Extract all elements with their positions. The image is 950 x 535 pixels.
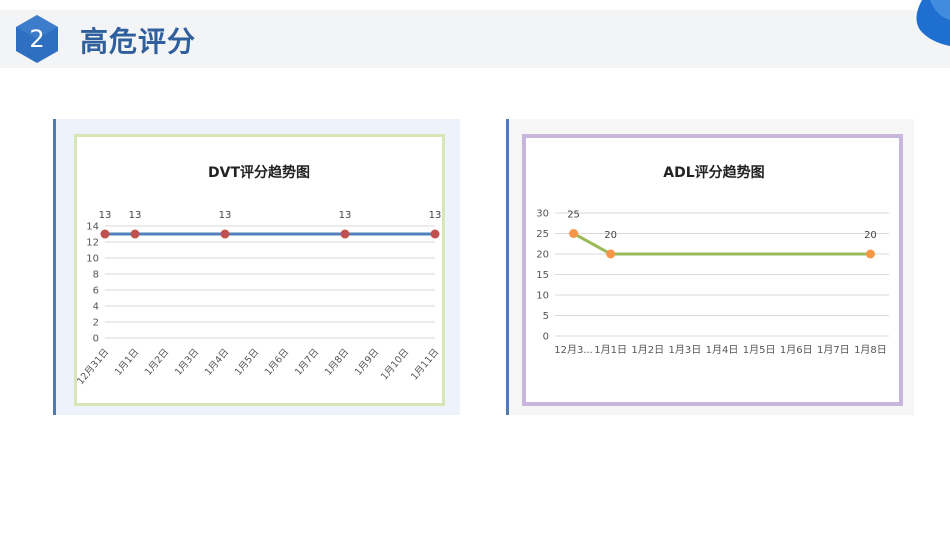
x-tick-label: 1月6日 xyxy=(263,347,291,378)
x-tick-label: 1月3日 xyxy=(173,347,201,378)
y-tick-label: 14 xyxy=(86,222,99,233)
x-tick-label: 1月1日 xyxy=(594,344,627,356)
y-tick-label: 15 xyxy=(536,270,549,281)
data-label: 13 xyxy=(129,210,142,221)
x-tick-label: 1月8日 xyxy=(854,344,887,356)
section-badge: 2 xyxy=(14,14,60,64)
x-tick-label: 1月5日 xyxy=(233,347,261,378)
data-label: 25 xyxy=(567,210,580,221)
x-tick-label: 1月1日 xyxy=(113,347,141,378)
x-tick-label: 1月8日 xyxy=(323,347,351,378)
data-label: 13 xyxy=(219,210,232,221)
data-label: 13 xyxy=(99,210,112,221)
y-tick-label: 6 xyxy=(93,286,99,297)
series-line xyxy=(572,232,871,256)
dvt-chart: DVT评分趋势图 0246810121412月31日 1月1日 1月2日 1月3日 1月… xyxy=(75,164,442,387)
y-tick-label: 10 xyxy=(536,291,549,302)
x-tick-label: 1月4日 xyxy=(203,347,231,378)
adl-chart: ADL评分趋势图 0 5 10 15 20 25 30 12月3... 1月1日 1月2日 1月3日… xyxy=(536,164,889,356)
y-tick-label: 8 xyxy=(93,270,99,281)
x-tick-label: 1月7日 xyxy=(817,344,850,356)
y-tick-label: 0 xyxy=(543,332,549,343)
x-tick-label: 1月10日 xyxy=(379,347,411,383)
x-tick-label: 1月2日 xyxy=(143,347,171,378)
x-tick-label: 12月3... xyxy=(554,344,593,356)
x-tick-label: 1月3日 xyxy=(669,344,702,356)
y-tick-label: 10 xyxy=(86,254,99,265)
adl-chart-title: ADL评分趋势图 xyxy=(663,164,764,181)
x-tick-label: 1月2日 xyxy=(631,344,664,356)
corner-decoration xyxy=(900,0,950,48)
x-tick-label: 1月4日 xyxy=(706,344,739,356)
data-point xyxy=(100,229,110,239)
x-tick-label: 12月31日 xyxy=(77,347,111,387)
x-tick-label: 1月7日 xyxy=(293,347,321,378)
adl-panel: ADL评分趋势图 0 5 10 15 20 25 30 12月3... 1月1日 1月2日 1月3日… xyxy=(506,119,914,415)
data-point xyxy=(865,249,875,259)
y-tick-label: 0 xyxy=(93,334,99,345)
y-tick-label: 4 xyxy=(93,302,99,313)
x-tick-label: 1月9日 xyxy=(353,347,381,378)
adl-chart-box: ADL评分趋势图 0 5 10 15 20 25 30 12月3... 1月1日 1月2日 1月3日… xyxy=(522,134,903,406)
section-number: 2 xyxy=(29,25,45,53)
y-tick-label: 20 xyxy=(536,250,549,261)
x-tick-label: 1月11日 xyxy=(409,347,441,383)
data-point xyxy=(606,249,616,259)
data-label: 13 xyxy=(429,210,442,221)
dvt-panel: DVT评分趋势图 0 2 4 6 8 10 12 14 12月31日 1月1日 1月2日 1月3日 1月… xyxy=(53,119,460,415)
data-point xyxy=(130,229,140,239)
y-tick-label: 2 xyxy=(93,318,99,329)
data-label: 13 xyxy=(339,210,352,221)
data-label: 20 xyxy=(604,230,617,241)
page-title: 高危评分 xyxy=(80,25,197,58)
data-point xyxy=(340,229,350,239)
data-point xyxy=(220,229,230,239)
y-tick-label: 12 xyxy=(86,238,99,249)
data-label: 20 xyxy=(864,230,877,241)
y-tick-label: 5 xyxy=(543,311,549,322)
dvt-chart-title: DVT评分趋势图 xyxy=(208,164,310,181)
dvt-chart-box: DVT评分趋势图 0 2 4 6 8 10 12 14 12月31日 1月1日 1月2日 1月3日 1月… xyxy=(74,134,445,406)
y-tick-label: 30 xyxy=(536,209,549,220)
x-tick-label: 1月5日 xyxy=(743,344,776,356)
data-point xyxy=(569,229,579,238)
data-point xyxy=(430,229,440,239)
y-tick-label: 25 xyxy=(536,229,549,240)
x-tick-label: 1月6日 xyxy=(780,344,813,356)
